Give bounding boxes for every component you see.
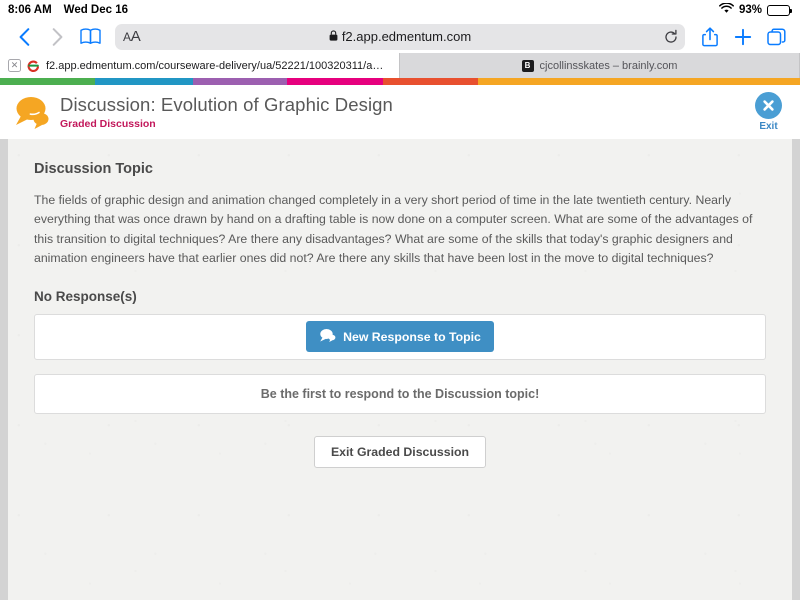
forward-chevron-icon	[42, 24, 72, 50]
responses-heading: No Response(s)	[34, 289, 766, 304]
discussion-content: Discussion Topic The fields of graphic d…	[8, 139, 792, 600]
reload-icon[interactable]	[664, 29, 678, 44]
status-bar-right: 93%	[719, 3, 790, 17]
close-circle-icon[interactable]	[755, 92, 782, 119]
battery-icon	[767, 5, 790, 16]
ios-status-bar: 8:06 AM Wed Dec 16 93%	[0, 0, 800, 20]
lock-icon	[329, 28, 338, 46]
status-bar-left: 8:06 AM Wed Dec 16	[8, 4, 128, 16]
new-response-card: New Response to Topic	[34, 314, 766, 360]
share-icon[interactable]	[695, 24, 725, 50]
tab-close-icon[interactable]: ✕	[8, 59, 21, 72]
empty-responses-message: Be the first to respond to the Discussio…	[261, 387, 540, 401]
status-bar-date: Wed Dec 16	[64, 4, 128, 16]
content-shell: Discussion Topic The fields of graphic d…	[0, 139, 800, 600]
discussion-type-label: Graded Discussion	[60, 118, 393, 130]
url-text: f2.app.edmentum.com	[342, 29, 471, 44]
edmentum-favicon	[27, 59, 40, 72]
exit-discussion-row: Exit Graded Discussion	[34, 436, 766, 468]
discussion-header: Discussion: Evolution of Graphic Design …	[0, 85, 800, 139]
new-response-button[interactable]: New Response to Topic	[306, 321, 494, 352]
status-bar-time: 8:06 AM	[8, 4, 52, 16]
book-sidebar-icon[interactable]	[75, 24, 105, 50]
plus-icon[interactable]	[728, 24, 758, 50]
brand-color-stripe	[0, 78, 800, 85]
browser-toolbar: AA f2.app.edmentum.com	[0, 20, 800, 53]
wifi-icon	[719, 3, 734, 17]
tabs-icon[interactable]	[761, 24, 791, 50]
battery-percent-label: 93%	[739, 4, 762, 16]
discussion-topic-heading: Discussion Topic	[34, 161, 766, 177]
tab-title: f2.app.edmentum.com/courseware-delivery/…	[46, 60, 391, 72]
browser-tab-edmentum[interactable]: ✕ f2.app.edmentum.com/courseware-deliver…	[0, 53, 400, 78]
address-bar[interactable]: AA f2.app.edmentum.com	[115, 24, 685, 50]
speech-bubble-icon	[319, 328, 336, 345]
new-response-button-label: New Response to Topic	[343, 330, 481, 344]
header-text-block: Discussion: Evolution of Graphic Design …	[60, 94, 393, 129]
browser-tab-brainly[interactable]: B cjcollinsskates – brainly.com	[400, 53, 800, 78]
back-chevron-icon[interactable]	[9, 24, 39, 50]
url-display: f2.app.edmentum.com	[115, 28, 685, 46]
web-page: Discussion: Evolution of Graphic Design …	[0, 78, 800, 600]
page-title: Discussion: Evolution of Graphic Design	[60, 94, 393, 115]
speech-bubble-icon	[12, 94, 52, 130]
empty-responses-card: Be the first to respond to the Discussio…	[34, 374, 766, 414]
exit-graded-discussion-button[interactable]: Exit Graded Discussion	[314, 436, 486, 468]
exit-label: Exit	[759, 121, 777, 132]
browser-tab-bar: ✕ f2.app.edmentum.com/courseware-deliver…	[0, 53, 800, 78]
brainly-favicon: B	[522, 60, 534, 72]
text-size-button[interactable]: AA	[123, 28, 140, 45]
exit-button[interactable]: Exit	[755, 92, 786, 132]
discussion-topic-text: The fields of graphic design and animati…	[34, 191, 766, 269]
tab-title: cjcollinsskates – brainly.com	[540, 60, 678, 72]
